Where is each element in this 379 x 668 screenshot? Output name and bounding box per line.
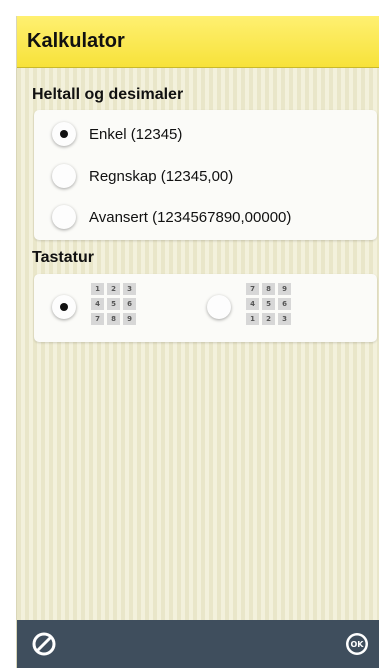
ok-icon: OK xyxy=(346,633,368,655)
decimals-card: Enkel (12345) Regnskap (12345,00) Avanse… xyxy=(34,110,377,240)
radio-button[interactable] xyxy=(52,295,76,319)
key: 6 xyxy=(123,298,136,310)
app-title: Kalkulator xyxy=(27,30,125,52)
radio-label: Avansert (1234567890,00000) xyxy=(89,208,292,226)
key: 4 xyxy=(246,298,259,310)
key: 9 xyxy=(278,283,291,295)
key: 7 xyxy=(246,283,259,295)
keypad-option-123-top[interactable] xyxy=(52,292,76,322)
svg-text:OK: OK xyxy=(351,640,365,649)
key: 2 xyxy=(107,283,120,295)
phone-screen: Kalkulator Heltall og desimaler Enkel (1… xyxy=(16,16,379,668)
key: 1 xyxy=(91,283,104,295)
cancel-button[interactable] xyxy=(31,631,57,662)
radio-label: Enkel (12345) xyxy=(89,125,183,143)
key: 4 xyxy=(91,298,104,310)
key: 2 xyxy=(262,313,275,325)
title-bar: Kalkulator xyxy=(17,16,379,68)
key: 5 xyxy=(107,298,120,310)
radio-label: Regnskap (12345,00) xyxy=(89,167,234,185)
radio-selected-dot xyxy=(60,303,68,311)
section-heading-decimals: Heltall og desimaler xyxy=(32,86,184,103)
key: 7 xyxy=(91,313,104,325)
key: 6 xyxy=(278,298,291,310)
keyboard-card: 1 2 3 4 5 6 7 8 9 7 8 9 4 5 6 1 2 3 xyxy=(34,274,377,342)
section-heading-keyboard: Tastatur xyxy=(32,249,94,266)
keypad-preview-789-top[interactable]: 7 8 9 4 5 6 1 2 3 xyxy=(246,283,291,325)
key: 3 xyxy=(123,283,136,295)
keypad-option-789-top[interactable] xyxy=(207,292,231,322)
radio-button[interactable] xyxy=(52,205,76,229)
radio-selected-dot xyxy=(60,130,68,138)
radio-option-enkel[interactable]: Enkel (12345) xyxy=(52,119,182,149)
radio-option-avansert[interactable]: Avansert (1234567890,00000) xyxy=(52,202,291,232)
ok-button[interactable]: OK xyxy=(345,632,369,661)
key: 3 xyxy=(278,313,291,325)
radio-button[interactable] xyxy=(52,164,76,188)
keypad-preview-123-top[interactable]: 1 2 3 4 5 6 7 8 9 xyxy=(91,283,136,325)
radio-button[interactable] xyxy=(52,122,76,146)
bottom-action-bar: OK xyxy=(17,620,379,668)
key: 5 xyxy=(262,298,275,310)
key: 1 xyxy=(246,313,259,325)
key: 8 xyxy=(262,283,275,295)
key: 9 xyxy=(123,313,136,325)
key: 8 xyxy=(107,313,120,325)
radio-button[interactable] xyxy=(207,295,231,319)
no-icon xyxy=(32,632,56,656)
radio-option-regnskap[interactable]: Regnskap (12345,00) xyxy=(52,161,233,191)
